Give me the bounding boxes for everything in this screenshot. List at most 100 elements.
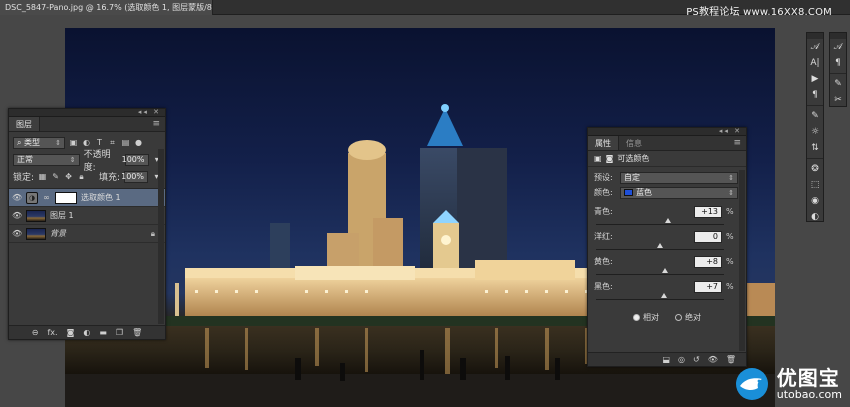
- paths-icon[interactable]: ⬚: [807, 177, 823, 193]
- eye-icon[interactable]: 👁︎: [12, 211, 22, 220]
- collapse-icon[interactable]: ◂◂ ✕: [138, 108, 161, 116]
- adjustment-icon: ▣: [594, 154, 602, 163]
- layer-filter-select[interactable]: ⌕ 类型 ⇕: [13, 136, 65, 149]
- slider-knob[interactable]: [662, 268, 669, 273]
- clip-to-layer-icon[interactable]: ⬓: [662, 355, 670, 364]
- new-adjustment-icon[interactable]: ◐: [83, 328, 90, 337]
- colors-select[interactable]: 蓝色 ⇕: [620, 186, 738, 199]
- fill-input[interactable]: 100%: [121, 170, 148, 183]
- brush-presets-icon[interactable]: ✎: [830, 76, 846, 92]
- slider-value-input[interactable]: 0: [694, 230, 722, 243]
- mask-icon[interactable]: ◙: [606, 154, 614, 163]
- slider-track[interactable]: [596, 243, 724, 250]
- eye-icon[interactable]: 👁︎: [12, 193, 22, 202]
- lock-label: 锁定:: [13, 173, 35, 183]
- adjustment-title: 可选颜色: [617, 154, 650, 163]
- layer-row-selective-color[interactable]: 👁︎ ◑ ∞ 选取颜色 1: [9, 189, 165, 207]
- percent-unit: %: [726, 207, 734, 216]
- colors-label: 颜色:: [594, 188, 613, 197]
- layers-scrollbar[interactable]: [158, 149, 164, 324]
- paragraph-icon[interactable]: A|: [807, 55, 823, 71]
- panel-menu-icon[interactable]: ≡: [152, 119, 160, 129]
- tab-properties[interactable]: 属性: [588, 136, 619, 150]
- brush-icon[interactable]: ✎: [807, 108, 823, 124]
- panel-grip[interactable]: ◂◂ ✕: [9, 108, 165, 117]
- fill-label: 填充:: [98, 173, 120, 183]
- radio-relative[interactable]: 相对: [633, 312, 659, 323]
- slider-label: 黄色:: [594, 257, 613, 266]
- layer-name[interactable]: 背景: [50, 228, 66, 239]
- sun-icon[interactable]: ☼: [807, 124, 823, 140]
- tab-layers[interactable]: 图层: [9, 117, 40, 131]
- trash-icon[interactable]: 🗑︎: [132, 328, 142, 337]
- layers-footer: ⊖ fx. ◙ ◐ ▬ ❐ 🗑︎: [9, 325, 165, 339]
- link-layers-icon[interactable]: ⊖: [32, 328, 39, 337]
- swatches-icon[interactable]: ◉: [807, 193, 823, 209]
- view-previous-icon[interactable]: ◎: [678, 355, 685, 364]
- tool-presets-icon[interactable]: ✂: [830, 92, 846, 108]
- styles-icon[interactable]: ◐: [807, 209, 823, 225]
- new-group-icon[interactable]: ▬: [99, 328, 107, 337]
- panel-grip[interactable]: ◂◂ ✕: [588, 127, 746, 136]
- blend-mode-select[interactable]: 正常 ⇕: [13, 153, 80, 166]
- layers-comp-icon[interactable]: ⇅: [807, 140, 823, 156]
- radio-absolute[interactable]: 绝对: [675, 312, 701, 323]
- panel-dock-right: 𝒜 ¶ ✎ ✂: [829, 32, 847, 107]
- slider-row: 黄色: +8%: [588, 255, 746, 275]
- layer-row-background[interactable]: 👁︎ 背景 🔒︎: [9, 225, 165, 243]
- channels-icon[interactable]: ❂: [807, 161, 823, 177]
- chain-link-icon[interactable]: ∞: [42, 193, 51, 202]
- character-styles-icon[interactable]: 𝒜: [830, 39, 846, 55]
- blend-row: 正常 ⇕ 不透明度: 100% ▾: [9, 150, 165, 173]
- visibility-icon[interactable]: 👁︎: [708, 355, 718, 364]
- filter-toggle-icon[interactable]: ●: [134, 138, 143, 147]
- lock-icon: 🔒︎: [150, 228, 155, 238]
- add-mask-icon[interactable]: ◙: [67, 328, 75, 337]
- slider-knob[interactable]: [657, 243, 663, 248]
- layer-name[interactable]: 图层 1: [50, 210, 74, 221]
- properties-footer: ⬓ ◎ ↺ 👁︎ 🗑︎: [588, 352, 746, 366]
- layer-name[interactable]: 选取颜色 1: [81, 192, 121, 203]
- reset-icon[interactable]: ↺: [693, 355, 700, 364]
- lock-transparency-icon[interactable]: ▦: [38, 172, 47, 181]
- properties-panel: ◂◂ ✕ 属性 信息 ≡ ▣ ◙ 可选颜色 预设: 自定 ⇕ 颜色: 蓝色 ⇕ 青色…: [587, 127, 747, 367]
- slider-value-input[interactable]: +8: [694, 255, 722, 268]
- slider-value-input[interactable]: +7: [694, 280, 722, 293]
- play-icon[interactable]: ▶: [807, 71, 823, 87]
- properties-scrollbar[interactable]: [739, 170, 745, 351]
- slider-track[interactable]: [596, 293, 724, 300]
- slider-value-input[interactable]: +13: [694, 205, 722, 218]
- character-icon[interactable]: 𝒜: [807, 39, 823, 55]
- pilcrow-icon[interactable]: ¶: [807, 87, 823, 103]
- document-tab[interactable]: DSC_5847-Pano.jpg @ 16.7% (选取颜色 1, 图层蒙版/…: [0, 0, 213, 15]
- slider-knob[interactable]: [665, 218, 672, 223]
- layers-panel-header: 图层 ≡: [9, 117, 165, 132]
- slider-track[interactable]: [596, 268, 724, 275]
- layer-row-layer-1[interactable]: 👁︎ 图层 1: [9, 207, 165, 225]
- layer-mask-thumbnail[interactable]: [55, 191, 77, 204]
- lock-position-icon[interactable]: ✥: [64, 172, 73, 181]
- trash-icon[interactable]: 🗑︎: [726, 355, 736, 364]
- document-title: DSC_5847-Pano.jpg @ 16.7% (选取颜色 1, 图层蒙版/…: [5, 3, 213, 12]
- opacity-label: 不透明度:: [83, 149, 111, 173]
- eye-icon[interactable]: 👁︎: [12, 229, 22, 238]
- colors-row: 颜色: 蓝色 ⇕: [588, 185, 746, 200]
- lock-pixels-icon[interactable]: ✎: [51, 172, 60, 181]
- slider-track[interactable]: [596, 218, 724, 225]
- slider-row: 青色: +13%: [588, 205, 746, 225]
- slider-knob[interactable]: [661, 293, 668, 298]
- fx-button[interactable]: fx.: [47, 328, 57, 337]
- tab-info[interactable]: 信息: [619, 136, 649, 150]
- opacity-input[interactable]: 100%: [122, 153, 149, 166]
- paragraph-styles-icon[interactable]: ¶: [830, 55, 846, 71]
- percent-unit: %: [726, 232, 734, 241]
- slider-row: 黑色: +7%: [588, 280, 746, 300]
- collapse-icon[interactable]: ◂◂ ✕: [719, 127, 742, 135]
- slider-label: 黑色:: [594, 282, 613, 291]
- new-layer-icon[interactable]: ❐: [116, 328, 123, 337]
- lock-all-icon[interactable]: 🔒︎: [77, 172, 86, 181]
- pixel-filter-icon[interactable]: ▣: [69, 138, 78, 147]
- smart-object-filter-icon[interactable]: ▤: [121, 138, 130, 147]
- panel-menu-icon[interactable]: ≡: [733, 138, 741, 148]
- preset-select[interactable]: 自定 ⇕: [620, 171, 738, 184]
